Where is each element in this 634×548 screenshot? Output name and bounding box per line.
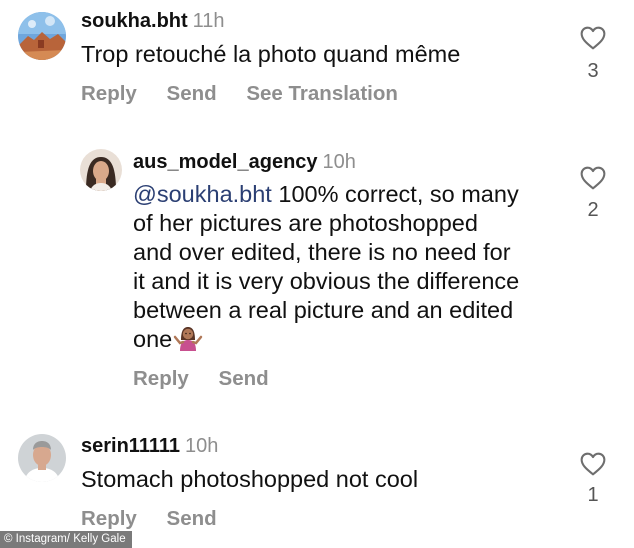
comment-header: soukha.bht 11h: [81, 9, 225, 33]
timestamp: 10h: [185, 435, 219, 457]
reply-button[interactable]: Reply: [81, 507, 137, 530]
like-button[interactable]: [579, 452, 607, 476]
heart-outline-icon: [580, 166, 606, 190]
timestamp: 10h: [322, 151, 356, 173]
comment-line: @soukha.bht 100% correct, so many: [133, 181, 519, 207]
photo-credit: © Instagram/ Kelly Gale: [0, 531, 132, 548]
send-button[interactable]: Send: [219, 367, 269, 390]
comment-line: it and it is very obvious the difference: [133, 268, 520, 294]
comment-text: Stomach photoshopped not cool: [81, 466, 419, 492]
like-button[interactable]: [579, 166, 607, 190]
comment-line: between a real picture and an edited: [133, 297, 514, 323]
username[interactable]: serin11111: [81, 435, 180, 457]
heart-outline-icon: [580, 26, 606, 50]
see-translation-button[interactable]: See Translation: [246, 82, 398, 105]
comment-actions: Reply Send: [133, 367, 293, 391]
comment-text: @soukha.bht 100% correct, so many of her…: [133, 180, 563, 358]
timestamp: 11h: [192, 10, 225, 32]
avatar[interactable]: [80, 149, 122, 191]
comment-item: serin11111 10h Stomach photoshopped not c…: [0, 420, 634, 530]
comment-header: serin11111 10h: [81, 434, 218, 458]
comment-item: soukha.bht 11h Trop retouché la photo qua…: [0, 0, 634, 120]
reply-item: aus_model_agency 10h @soukha.bht 100% cor…: [0, 140, 634, 400]
send-button[interactable]: Send: [167, 82, 217, 105]
like-button[interactable]: [579, 26, 607, 50]
like-count: 1: [587, 484, 599, 506]
comment-text: Trop retouché la photo quand même: [81, 41, 461, 67]
avatar[interactable]: [18, 12, 66, 60]
like-count: 2: [587, 199, 599, 221]
username[interactable]: aus_model_agency: [133, 151, 318, 173]
like-count: 3: [587, 60, 599, 82]
woman-shrugging-emoji-icon: [173, 325, 203, 358]
username[interactable]: soukha.bht: [81, 10, 188, 32]
comment-actions: Reply Send See Translation: [81, 82, 422, 106]
comment-header: aus_model_agency 10h: [133, 150, 356, 174]
comment-line: one: [133, 325, 563, 358]
comment-line: of her pictures are photoshopped: [133, 210, 478, 236]
mention-link[interactable]: @soukha.bht: [133, 181, 272, 207]
heart-outline-icon: [580, 452, 606, 476]
comment-actions: Reply Send: [81, 507, 241, 531]
avatar[interactable]: [18, 434, 66, 482]
reply-button[interactable]: Reply: [133, 367, 189, 390]
comment-line: and over edited, there is no need for: [133, 239, 511, 265]
send-button[interactable]: Send: [167, 507, 217, 530]
reply-button[interactable]: Reply: [81, 82, 137, 105]
